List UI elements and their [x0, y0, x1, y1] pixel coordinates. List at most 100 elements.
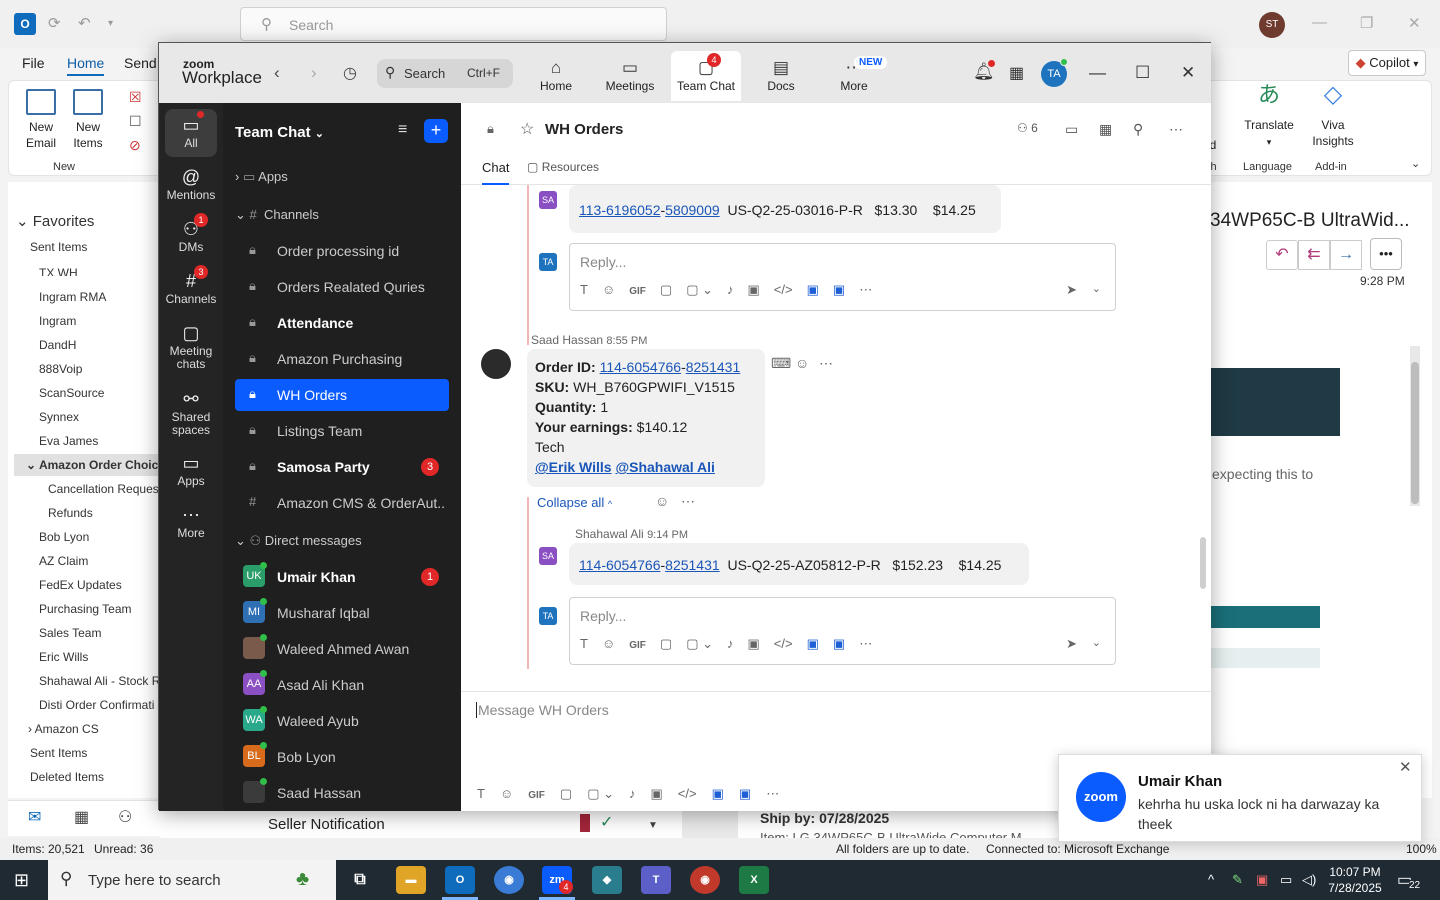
channel-item[interactable]: 🔒︎ Listings Team — [235, 415, 449, 447]
rail-mentions[interactable]: @ Mentions — [159, 165, 223, 202]
dm-section[interactable]: ⌄ ⚇ Direct messages — [235, 533, 362, 549]
file-explorer-icon[interactable]: ▬ — [396, 866, 426, 894]
copilot-button[interactable]: ◆ Copilot ▾ — [1348, 50, 1426, 76]
reply-all-icon[interactable]: ⇇ — [1298, 240, 1330, 270]
history-icon[interactable]: ◷ — [343, 63, 357, 83]
translate-button[interactable]: あ Translate ▾ — [1241, 84, 1297, 150]
folder-item-selected[interactable]: ⌄ Amazon Order Choice — [14, 454, 166, 476]
reading-scrollbar-thumb[interactable] — [1411, 362, 1419, 504]
rail-channels[interactable]: # Channels — [159, 269, 223, 306]
sync-icon[interactable]: ⟳ — [48, 14, 61, 32]
rail-all[interactable]: ▭ All — [165, 109, 217, 157]
video-call-icon[interactable]: ▭ — [1065, 121, 1078, 138]
channels-section[interactable]: ⌄ # Channels — [235, 207, 319, 223]
more-options-icon[interactable]: ⋯ — [1169, 121, 1183, 138]
thread-reply-bubble[interactable]: 114-6054766-8251431 US-Q2-25-AZ05812-P-R… — [569, 543, 1029, 585]
task-view-icon[interactable]: ⧉ — [345, 866, 375, 894]
apps-section[interactable]: › ▭ Apps — [235, 169, 288, 185]
dm-item[interactable]: Saad Hassan — [235, 777, 449, 809]
app-icon[interactable]: ◆ — [592, 866, 622, 894]
calendar-icon[interactable]: ▦ — [74, 807, 89, 827]
members-button[interactable]: ⚇ 6 — [1017, 121, 1038, 135]
maximize-icon[interactable]: ☐ — [1135, 63, 1150, 83]
minimize-icon[interactable]: — — [1312, 14, 1327, 31]
dm-item[interactable]: Waleed Ahmed Awan — [235, 633, 449, 665]
mail-icon[interactable]: ✉ — [28, 807, 41, 827]
new-email-button[interactable]: New Email — [21, 89, 61, 151]
filter-icon[interactable]: ≡ — [398, 121, 407, 139]
channel-item[interactable]: 🔒︎ Order processing id — [235, 235, 449, 267]
maximize-icon[interactable]: ❐ — [1360, 14, 1373, 32]
close-icon[interactable]: ✕ — [1399, 758, 1412, 776]
channel-name[interactable]: WH Orders — [545, 121, 623, 138]
forward-icon[interactable]: → — [1330, 240, 1362, 270]
rail-shared-spaces[interactable]: ⚯ Shared spaces — [159, 387, 223, 437]
ribbon-collapse-icon[interactable]: ⌄ — [1411, 157, 1420, 170]
outlook-taskbar-icon[interactable]: O — [445, 866, 475, 894]
outlook-avatar[interactable]: ST — [1259, 12, 1285, 38]
ribbon-small-icon-3[interactable]: ⊘ — [129, 137, 141, 154]
dm-item[interactable]: WA Waleed Ayub — [235, 705, 449, 737]
outlook-search-input[interactable]: ⚲ Search — [240, 7, 667, 41]
new-chat-button[interactable]: + — [424, 119, 448, 143]
zoom-search-input[interactable]: ⚲ Search Ctrl+F — [377, 59, 513, 88]
minimize-icon[interactable]: — — [1089, 63, 1106, 83]
thread-more-icon[interactable]: ⋯ — [681, 493, 695, 510]
subtab-chat[interactable]: Chat — [482, 160, 510, 185]
team-chat-title[interactable]: Team Chat ⌄ — [235, 124, 324, 141]
calendar-icon[interactable]: ▦ — [1009, 63, 1024, 83]
tray-app-icon-2[interactable]: ▣ — [1256, 872, 1268, 888]
reply-input[interactable]: Reply... T ☺ GIF ▢ ▢ ⌄ ♪ ▣ </> ▣ ▣ ⋯ ➤ ⌄ — [569, 243, 1116, 311]
viva-insights-button[interactable]: ◇ Viva Insights — [1309, 83, 1357, 149]
teams-icon[interactable]: T — [641, 866, 671, 894]
tray-app-icon[interactable]: ✎ — [1232, 872, 1243, 888]
tab-docs[interactable]: ▤ Docs — [746, 51, 816, 101]
menu-send[interactable]: Send — [124, 55, 157, 71]
undo-icon[interactable]: ↶ — [78, 14, 91, 32]
calendar-icon[interactable]: ▦ — [1099, 121, 1112, 138]
star-icon[interactable]: ☆ — [520, 119, 534, 139]
close-icon[interactable]: ✕ — [1408, 14, 1421, 32]
rail-dms[interactable]: ⚇ DMs — [159, 217, 223, 254]
tab-team-chat[interactable]: ▢ Team Chat — [671, 51, 741, 101]
zoom-notification-toast[interactable]: zoom Umair Khan kehrha hu uska lock ni h… — [1058, 754, 1422, 842]
search-icon[interactable]: ⚲ — [1133, 121, 1143, 138]
channel-item[interactable]: 🔒︎ Samosa Party 3 — [235, 451, 449, 483]
dm-item[interactable]: MI Musharaf Iqbal — [235, 597, 449, 629]
back-icon[interactable]: ‹ — [274, 63, 280, 83]
rail-more[interactable]: ⋯ More — [159, 503, 223, 540]
rail-apps[interactable]: ▭ Apps — [159, 451, 223, 488]
channel-item[interactable]: 🔒︎ Attendance — [235, 307, 449, 339]
rail-meeting-chats[interactable]: ▢ Meeting chats — [159, 321, 223, 371]
ribbon-small-icon[interactable]: ☒ — [129, 89, 142, 106]
new-items-button[interactable]: New Items — [67, 89, 109, 151]
add-reaction-icon[interactable]: ☺ — [795, 355, 809, 371]
check-icon[interactable]: ✓ — [600, 812, 613, 832]
close-icon[interactable]: ✕ — [1181, 63, 1195, 83]
dm-item[interactable]: UK Umair Khan 1 — [235, 561, 449, 593]
taskbar-search-input[interactable]: ⚲ Type here to search ♣ — [48, 860, 336, 900]
message-more-icon[interactable]: ⋯ — [819, 355, 833, 372]
tray-expand-icon[interactable]: ^ — [1208, 872, 1214, 887]
excel-icon[interactable]: X — [739, 866, 769, 894]
menu-home[interactable]: Home — [67, 55, 105, 76]
tab-home[interactable]: ⌂ Home — [521, 51, 591, 101]
favorites-header[interactable]: ⌄ Favorites — [16, 212, 168, 230]
people-icon[interactable]: ⚇ — [118, 807, 132, 827]
more-actions-icon[interactable]: ••• — [1370, 238, 1402, 270]
composer-placeholder[interactable]: Message WH Orders — [476, 702, 609, 718]
channel-item[interactable]: 🔒︎ Orders Realated Quries — [235, 271, 449, 303]
volume-icon[interactable]: ◁) — [1302, 872, 1316, 888]
channel-item[interactable]: # Amazon CMS & OrderAut... — [235, 487, 449, 519]
reply-thread-icon[interactable]: ⌨ — [771, 355, 791, 372]
saad-avatar[interactable] — [481, 349, 511, 379]
subtab-resources[interactable]: ▢ Resources — [527, 160, 599, 174]
ribbon-small-icon-2[interactable]: ☐ — [129, 113, 142, 130]
forward-icon[interactable]: › — [311, 63, 317, 83]
collapse-all-link[interactable]: Collapse all ^ — [537, 495, 612, 510]
menu-file[interactable]: File — [22, 55, 45, 71]
add-reaction-icon[interactable]: ☺ — [655, 493, 669, 509]
reply-icon[interactable]: ↶ — [1266, 240, 1298, 270]
message-scrollbar[interactable] — [1200, 537, 1206, 589]
channel-item[interactable]: 🔒︎ Amazon Purchasing — [235, 343, 449, 375]
